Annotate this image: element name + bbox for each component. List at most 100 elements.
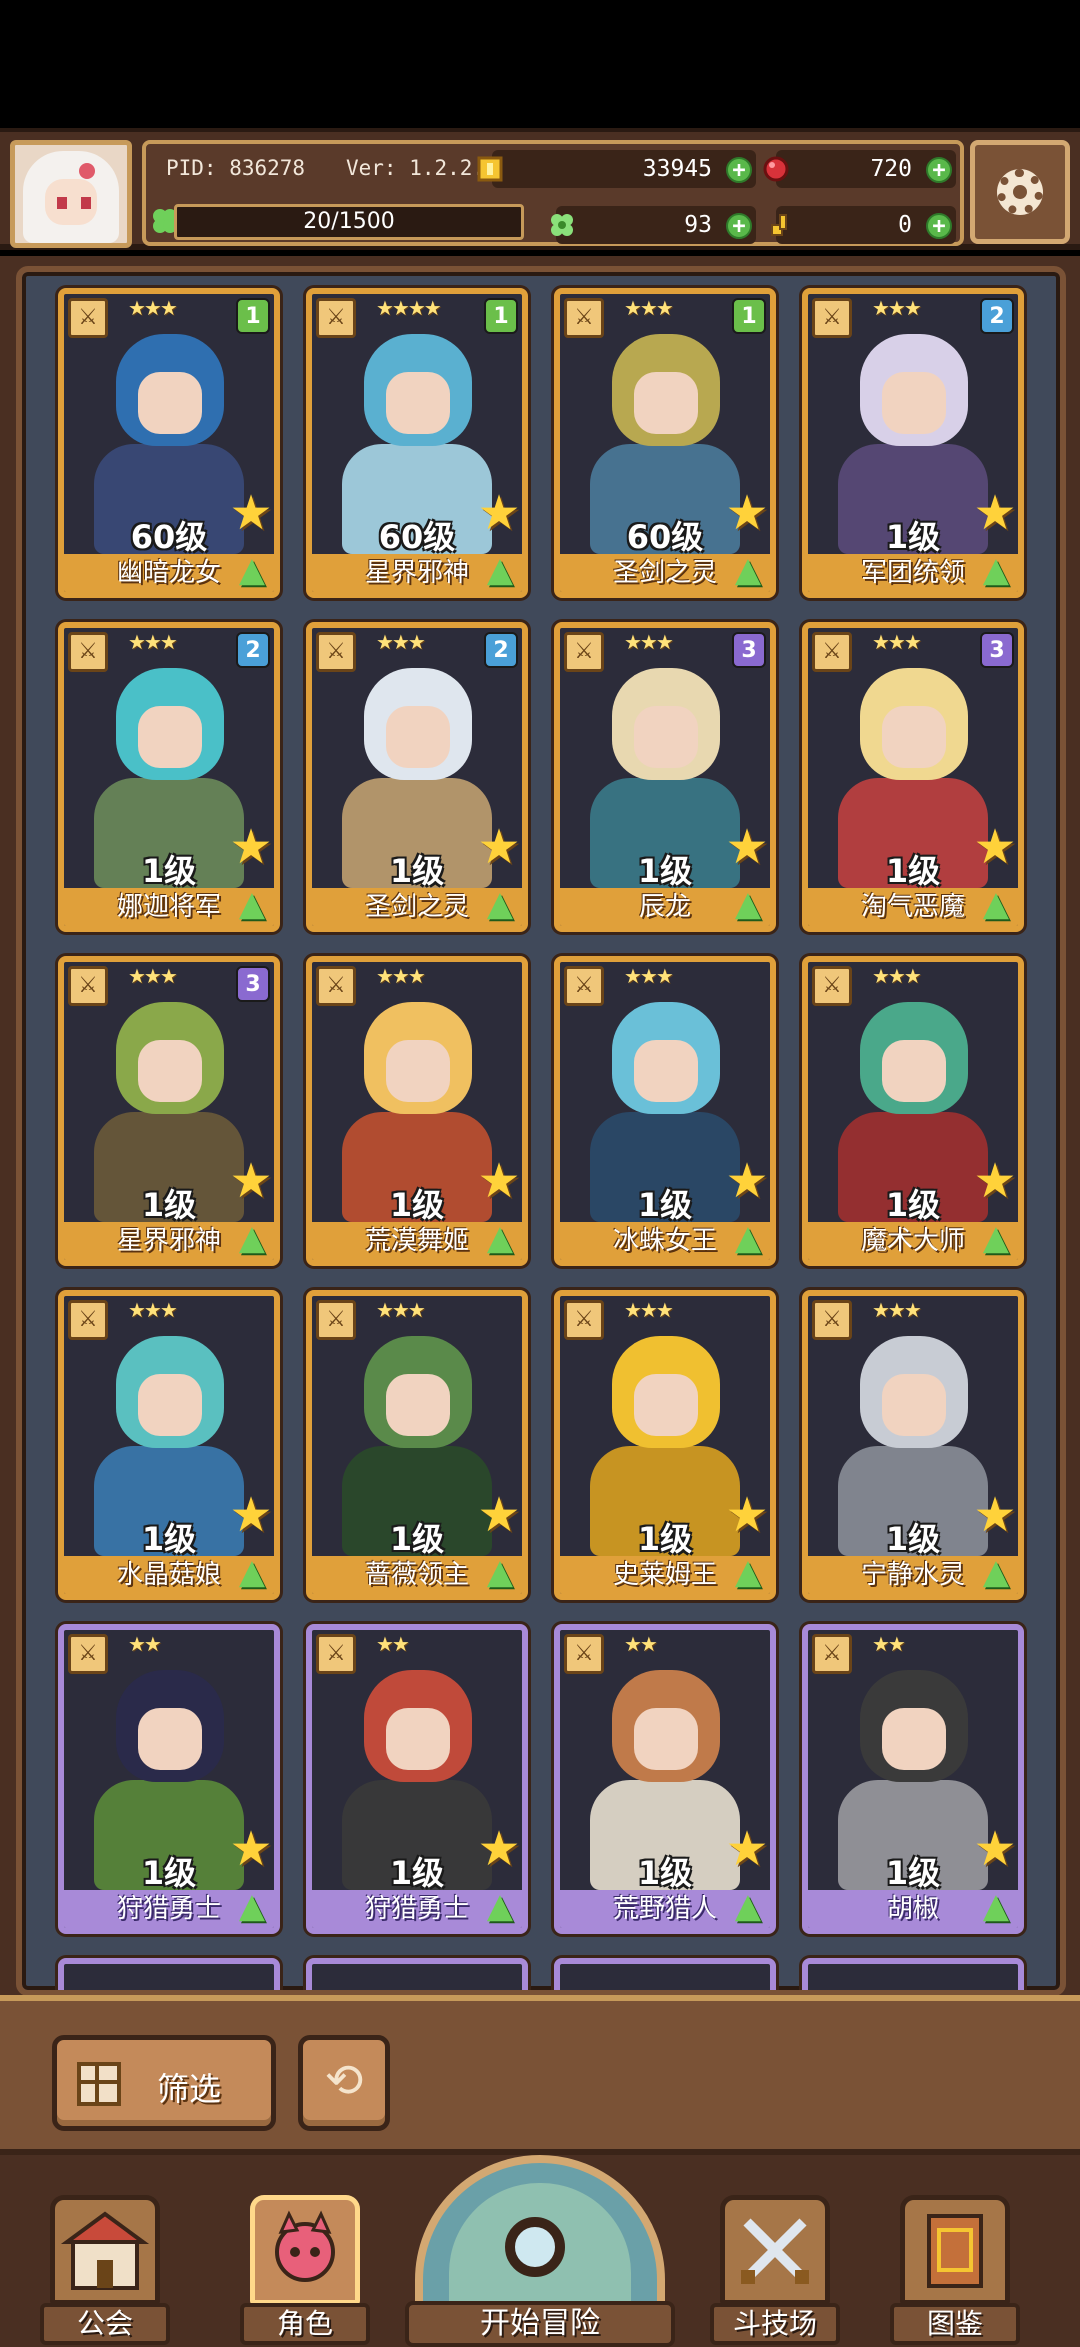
level-up-arrow-icon: ▲	[982, 550, 1010, 590]
rarity-stars: ★★★	[128, 964, 178, 988]
character-card[interactable]: ⚔ ★★★ 1级 ★ 魔术大师 ▲	[802, 956, 1024, 1266]
level-up-arrow-icon: ▲	[734, 1218, 762, 1258]
level-up-arrow-icon: ▲	[486, 1886, 514, 1926]
crossed-swords-icon	[741, 2218, 809, 2284]
character-board: ⚔ ★★★ 1 60级 ★ 幽暗龙女 ▲ ⚔ ★★★★ 1 60级 ★ 星界邪神 ▲ ⚔ ★★★ 1 60级 ★ 圣剑…	[0, 256, 1080, 1996]
character-card[interactable]: ⚔ ★★★ 1级 ★ 水晶菇娘 ▲	[58, 1290, 280, 1600]
character-card[interactable]: ⚔ ★★ 1级 ★ 胡椒 ▲	[802, 1624, 1024, 1934]
level-up-arrow-icon: ▲	[238, 550, 266, 590]
rank-badge: 3	[732, 632, 766, 668]
rarity-stars: ★★★	[624, 1298, 674, 1322]
star-upgrade-icon: ★	[725, 1153, 769, 1209]
class-icon: ⚔	[812, 1634, 852, 1674]
guild-house-icon	[60, 2211, 150, 2290]
star-upgrade-icon: ★	[229, 1487, 273, 1543]
character-card[interactable]: ⚔ ★★★ 3 1级 ★ 星界邪神 ▲	[58, 956, 280, 1266]
character-card[interactable]: ⚔ ★★★ 3 1级 ★ 辰龙 ▲	[554, 622, 776, 932]
character-card[interactable]: ⚔ ★★ 1级 ★ 荒野猎人 ▲	[554, 1624, 776, 1934]
character-face-icon	[275, 2210, 335, 2282]
class-icon: ⚔	[316, 632, 356, 672]
filter-button[interactable]: 筛选	[52, 2035, 276, 2131]
class-icon: ⚔	[564, 298, 604, 338]
star-upgrade-icon: ★	[973, 819, 1017, 875]
character-card-partial[interactable]	[306, 1958, 528, 1990]
level-up-arrow-icon: ▲	[734, 550, 762, 590]
refresh-button[interactable]: ⟲	[298, 2035, 390, 2131]
star-upgrade-icon: ★	[725, 1821, 769, 1877]
character-card-partial[interactable]	[58, 1958, 280, 1990]
rarity-stars: ★★★	[872, 296, 922, 320]
add-key-button[interactable]: +	[926, 213, 952, 239]
character-card[interactable]: ⚔ ★★★ 3 1级 ★ 淘气恶魔 ▲	[802, 622, 1024, 932]
nav-arena[interactable]: 斗技场	[710, 2195, 840, 2345]
character-grid[interactable]: ⚔ ★★★ 1 60级 ★ 幽暗龙女 ▲ ⚔ ★★★★ 1 60级 ★ 星界邪神 ▲ ⚔ ★★★ 1 60级 ★ 圣剑…	[16, 266, 1066, 1996]
rarity-stars: ★★★	[128, 296, 178, 320]
gold-counter: 33945 +	[477, 150, 756, 188]
level-up-arrow-icon: ▲	[486, 1218, 514, 1258]
class-icon: ⚔	[564, 1300, 604, 1340]
class-icon: ⚔	[316, 1300, 356, 1340]
class-icon: ⚔	[812, 1300, 852, 1340]
rarity-stars: ★★	[376, 1632, 410, 1656]
character-card-partial[interactable]	[554, 1958, 776, 1990]
star-upgrade-icon: ★	[477, 485, 521, 541]
book-icon	[927, 2214, 983, 2288]
add-clover-button[interactable]: +	[726, 213, 752, 239]
character-card[interactable]: ⚔ ★★★ 1级 ★ 宁静水灵 ▲	[802, 1290, 1024, 1600]
nav-codex[interactable]: 图鉴	[890, 2195, 1020, 2345]
add-gold-button[interactable]: +	[726, 157, 752, 183]
player-avatar[interactable]	[10, 140, 132, 248]
class-icon: ⚔	[812, 298, 852, 338]
character-card[interactable]: ⚔ ★★★ 2 1级 ★ 军团统领 ▲	[802, 288, 1024, 598]
clover-counter: 93 +	[551, 206, 756, 244]
level-up-arrow-icon: ▲	[982, 1886, 1010, 1926]
character-card-partial[interactable]	[802, 1958, 1024, 1990]
character-card[interactable]: ⚔ ★★★ 1 60级 ★ 幽暗龙女 ▲	[58, 288, 280, 598]
player-id: PID: 836278	[166, 156, 306, 180]
class-icon: ⚔	[316, 1634, 356, 1674]
grid-icon	[77, 2062, 121, 2106]
star-upgrade-icon: ★	[973, 1487, 1017, 1543]
rank-badge: 2	[236, 632, 270, 668]
star-upgrade-icon: ★	[477, 1153, 521, 1209]
gear-icon	[997, 169, 1043, 215]
add-gem-button[interactable]: +	[926, 157, 952, 183]
level-up-arrow-icon: ▲	[734, 1552, 762, 1592]
rank-badge: 1	[236, 298, 270, 334]
rarity-stars: ★★★	[128, 630, 178, 654]
top-header: PID: 836278 Ver: 1.2.2.6 33945 + 720 + 2…	[0, 128, 1080, 250]
character-card[interactable]: ⚔ ★★★ 2 1级 ★ 圣剑之灵 ▲	[306, 622, 528, 932]
character-card[interactable]: ⚔ ★★ 1级 ★ 狩猎勇士 ▲	[58, 1624, 280, 1934]
nav-guild[interactable]: 公会	[40, 2195, 170, 2345]
rarity-stars: ★★★	[624, 630, 674, 654]
rank-badge: 3	[980, 632, 1014, 668]
level-up-arrow-icon: ▲	[486, 550, 514, 590]
level-up-arrow-icon: ▲	[238, 1552, 266, 1592]
character-card[interactable]: ⚔ ★★★ 1级 ★ 蔷薇领主 ▲	[306, 1290, 528, 1600]
star-upgrade-icon: ★	[229, 485, 273, 541]
character-card[interactable]: ⚔ ★★★ 2 1级 ★ 娜迦将军 ▲	[58, 622, 280, 932]
filter-label: 筛选	[157, 2070, 222, 2108]
class-icon: ⚔	[68, 632, 108, 672]
class-icon: ⚔	[812, 966, 852, 1006]
star-upgrade-icon: ★	[477, 1821, 521, 1877]
character-card[interactable]: ⚔ ★★★★ 1 60级 ★ 星界邪神 ▲	[306, 288, 528, 598]
character-card[interactable]: ⚔ ★★★ 1级 ★ 冰蛛女王 ▲	[554, 956, 776, 1266]
stamina-bar: 20/1500	[174, 204, 524, 240]
nav-characters[interactable]: 角色	[240, 2195, 370, 2345]
nav-adventure[interactable]: 开始冒险	[405, 2155, 675, 2347]
star-upgrade-icon: ★	[229, 819, 273, 875]
settings-button[interactable]	[970, 140, 1070, 244]
character-card[interactable]: ⚔ ★★★ 1级 ★ 史莱姆王 ▲	[554, 1290, 776, 1600]
character-card[interactable]: ⚔ ★★★ 1级 ★ 荒漠舞姬 ▲	[306, 956, 528, 1266]
rank-badge: 1	[484, 298, 518, 334]
rarity-stars: ★★★	[376, 1298, 426, 1322]
level-up-arrow-icon: ▲	[238, 1886, 266, 1926]
rarity-stars: ★★★	[872, 1298, 922, 1322]
character-card[interactable]: ⚔ ★★★ 1 60级 ★ 圣剑之灵 ▲	[554, 288, 776, 598]
filter-bar: 筛选 ⟲	[0, 1995, 1080, 2155]
rank-badge: 2	[484, 632, 518, 668]
gem-counter: 720 +	[763, 150, 956, 188]
character-card[interactable]: ⚔ ★★ 1级 ★ 狩猎勇士 ▲	[306, 1624, 528, 1934]
refresh-icon: ⟲	[324, 2053, 364, 2107]
